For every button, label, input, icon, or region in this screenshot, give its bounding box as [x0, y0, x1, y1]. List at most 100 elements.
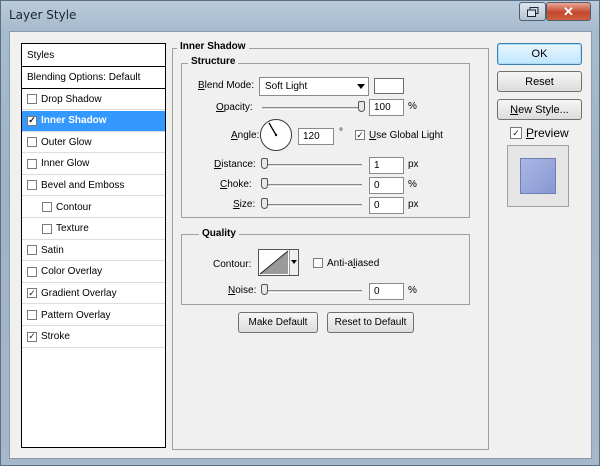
angle-label: Angle: — [231, 130, 260, 141]
window-title: Layer Style — [9, 8, 77, 22]
noise-label: Noise: — [228, 285, 257, 296]
style-item-drop-shadow[interactable]: Drop Shadow — [22, 89, 165, 110]
style-item-checkbox[interactable]: ✓ — [27, 288, 37, 299]
noise-slider[interactable] — [262, 290, 362, 293]
styles-header[interactable]: Styles — [22, 44, 165, 67]
style-item-checkbox[interactable] — [27, 266, 37, 277]
inner-shadow-title: Inner Shadow — [177, 41, 249, 52]
ok-button[interactable]: OK — [497, 43, 582, 65]
style-item-label: Contour — [56, 201, 92, 213]
choke-unit: % — [408, 179, 417, 190]
new-style-label: ew Style... — [518, 103, 569, 116]
blend-color-swatch[interactable] — [374, 78, 404, 94]
style-item-label: Bevel and Emboss — [41, 179, 125, 191]
preview-checkbox[interactable]: ✓ — [510, 127, 522, 139]
distance-unit: px — [408, 159, 419, 170]
styles-header-label: Styles — [27, 49, 55, 61]
opacity-field[interactable]: 100 — [369, 99, 404, 116]
dialog-client-area: Styles Blending Options: Default Drop Sh… — [9, 31, 592, 459]
opacity-slider-thumb[interactable] — [358, 101, 365, 112]
style-item-checkbox[interactable] — [42, 202, 52, 212]
style-item-label: Texture — [56, 223, 89, 235]
choke-label: Choke: — [220, 179, 252, 190]
chevron-down-icon — [291, 260, 297, 264]
structure-title: Structure — [188, 56, 239, 67]
reset-to-default-button[interactable]: Reset to Default — [327, 312, 414, 333]
style-item-checkbox[interactable] — [27, 137, 37, 148]
chevron-down-icon — [357, 84, 365, 89]
opacity-unit: % — [408, 101, 417, 112]
style-item-label: Stroke — [41, 331, 70, 343]
style-item-checkbox[interactable] — [27, 180, 37, 191]
blend-mode-dropdown[interactable]: Soft Light — [259, 77, 369, 96]
choke-slider[interactable] — [262, 184, 362, 187]
new-style-button[interactable]: New Style... — [497, 99, 582, 120]
angle-field[interactable]: 120 — [298, 128, 334, 145]
anti-aliased-label: Anti-aliased — [327, 258, 380, 269]
close-button[interactable]: ✕ — [546, 2, 591, 21]
style-item-label: Inner Shadow — [41, 115, 107, 127]
noise-unit: % — [408, 285, 417, 296]
blend-mode-value: Soft Light — [265, 81, 308, 92]
style-item-inner-glow[interactable]: Inner Glow — [22, 154, 165, 175]
style-item-label: Inner Glow — [41, 158, 90, 170]
reset-button[interactable]: Reset — [497, 71, 582, 92]
contour-curve-icon — [259, 250, 289, 275]
blending-options-item[interactable]: Blending Options: Default — [22, 67, 165, 89]
style-item-gradient-overlay[interactable]: ✓ Gradient Overlay — [22, 283, 165, 305]
style-item-outer-glow[interactable]: Outer Glow — [22, 132, 165, 154]
style-item-label: Drop Shadow — [41, 93, 102, 105]
style-item-checkbox[interactable] — [27, 158, 37, 169]
choke-field[interactable]: 0 — [369, 177, 404, 194]
style-item-texture[interactable]: Texture — [22, 219, 165, 240]
size-slider-thumb[interactable] — [261, 198, 268, 209]
restore-button[interactable] — [519, 2, 546, 21]
style-item-pattern-overlay[interactable]: Pattern Overlay — [22, 305, 165, 326]
contour-dropdown-toggle[interactable] — [289, 250, 298, 275]
anti-aliased-checkbox[interactable] — [313, 258, 323, 268]
noise-slider-thumb[interactable] — [261, 284, 268, 295]
new-style-mnemonic: N — [510, 103, 519, 116]
preview-label: Preview — [526, 126, 569, 140]
style-item-color-overlay[interactable]: Color Overlay — [22, 262, 165, 283]
blending-options-label: Blending Options: Default — [27, 72, 141, 83]
style-item-label: Pattern Overlay — [41, 309, 111, 321]
distance-field[interactable]: 1 — [369, 157, 404, 174]
angle-unit: ° — [339, 127, 343, 138]
contour-picker[interactable] — [258, 249, 299, 276]
style-item-label: Satin — [41, 244, 64, 256]
styles-list: Styles Blending Options: Default Drop Sh… — [21, 43, 166, 448]
style-item-checkbox[interactable] — [27, 245, 37, 256]
distance-slider[interactable] — [262, 164, 362, 167]
style-item-checkbox[interactable] — [27, 94, 37, 104]
preview-swatch-frame — [507, 145, 569, 207]
style-item-satin[interactable]: Satin — [22, 240, 165, 262]
title-bar[interactable]: Layer Style ✕ — [1, 1, 599, 31]
layer-style-window: Layer Style ✕ Styles Blending Options: D… — [0, 0, 600, 466]
style-item-checkbox[interactable] — [42, 223, 52, 234]
style-item-checkbox[interactable]: ✓ — [27, 331, 37, 342]
style-item-inner-shadow[interactable]: ✓ Inner Shadow — [22, 110, 165, 132]
blend-mode-label: Blend Mode: — [198, 80, 255, 91]
restore-icon — [526, 6, 538, 17]
noise-field[interactable]: 0 — [369, 283, 404, 300]
size-unit: px — [408, 199, 419, 210]
use-global-light-checkbox[interactable]: ✓ — [355, 130, 365, 140]
make-default-button[interactable]: Make Default — [238, 312, 318, 333]
distance-slider-thumb[interactable] — [261, 158, 268, 169]
style-item-checkbox[interactable]: ✓ — [27, 115, 37, 126]
close-icon: ✕ — [563, 3, 574, 19]
style-item-stroke[interactable]: ✓ Stroke — [22, 327, 165, 348]
style-item-contour[interactable]: Contour — [22, 197, 165, 218]
size-label: Size: — [233, 199, 256, 210]
style-item-label: Color Overlay — [41, 266, 103, 278]
size-slider[interactable] — [262, 204, 362, 207]
opacity-slider[interactable] — [262, 107, 362, 110]
preview-swatch — [520, 158, 556, 194]
use-global-light-label: Use Global Light — [369, 130, 443, 141]
style-item-bevel-and-emboss[interactable]: Bevel and Emboss — [22, 175, 165, 197]
angle-dial[interactable] — [259, 118, 293, 152]
style-item-checkbox[interactable] — [27, 310, 37, 320]
size-field[interactable]: 0 — [369, 197, 404, 214]
choke-slider-thumb[interactable] — [261, 178, 268, 189]
